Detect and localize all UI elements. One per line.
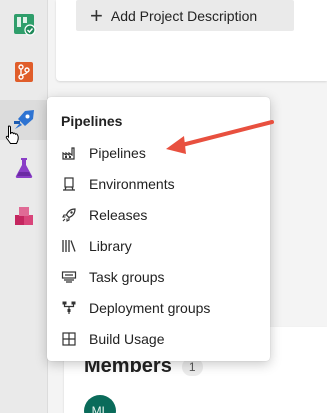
menu-item-label: Library xyxy=(89,237,132,254)
repos-icon xyxy=(15,62,33,82)
left-nav-rail xyxy=(0,0,48,413)
rocket-icon xyxy=(61,207,77,223)
environments-icon xyxy=(61,176,77,192)
menu-item-build-usage[interactable]: Build Usage xyxy=(47,323,270,354)
menu-item-label: Environments xyxy=(89,175,175,192)
add-project-description-label: Add Project Description xyxy=(110,7,258,24)
artifacts-icon xyxy=(15,207,33,225)
menu-item-releases[interactable]: Releases xyxy=(47,199,270,230)
menu-item-task-groups[interactable]: Task groups xyxy=(47,261,270,292)
deployment-groups-icon xyxy=(61,300,77,316)
menu-item-label: Pipelines xyxy=(89,144,146,161)
menu-item-label: Task groups xyxy=(89,268,165,285)
boards-icon xyxy=(14,14,36,36)
hand-cursor-icon xyxy=(5,125,19,144)
library-icon xyxy=(61,238,77,254)
menu-item-label: Build Usage xyxy=(89,330,165,347)
task-groups-icon xyxy=(61,269,77,285)
rail-item-artifacts[interactable] xyxy=(0,196,48,236)
rail-item-repos[interactable] xyxy=(0,52,48,92)
annotation-arrow-icon xyxy=(166,120,274,154)
pipelines-factory-icon xyxy=(61,145,77,161)
avatar[interactable]: ML xyxy=(84,395,116,413)
menu-item-environments[interactable]: Environments xyxy=(47,168,270,199)
rail-item-boards[interactable] xyxy=(0,4,48,44)
menu-item-label: Deployment groups xyxy=(89,299,211,316)
rail-item-test-plans[interactable] xyxy=(0,148,48,188)
add-project-description-button[interactable]: + Add Project Description xyxy=(76,0,294,31)
plus-icon: + xyxy=(90,2,103,28)
project-card: + Add Project Description xyxy=(56,0,327,81)
menu-item-library[interactable]: Library xyxy=(47,230,270,261)
grid-icon xyxy=(61,331,77,347)
menu-item-deployment-groups[interactable]: Deployment groups xyxy=(47,292,270,323)
flyout-title: Pipelines xyxy=(61,113,123,129)
menu-item-label: Releases xyxy=(89,206,148,223)
test-plans-icon xyxy=(15,158,33,178)
